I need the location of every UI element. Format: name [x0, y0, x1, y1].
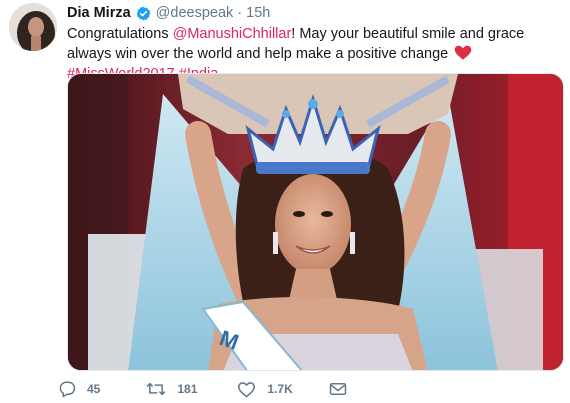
envelope-icon — [329, 383, 346, 395]
separator-dot: · — [237, 5, 243, 21]
like-button[interactable]: 1.7K — [237, 381, 293, 398]
author-name[interactable]: Dia Mirza — [67, 5, 131, 21]
tweet-media-image[interactable]: M — [67, 73, 564, 371]
author-handle[interactable]: @deespeak — [156, 5, 234, 21]
reply-button[interactable]: 45 — [58, 380, 100, 398]
mention-link[interactable]: @ManushiChhillar — [173, 26, 292, 42]
tweet-header: Dia Mirza @deespeak · 15h — [67, 3, 270, 23]
retweet-count: 181 — [177, 382, 198, 396]
tweet-timestamp[interactable]: 15h — [246, 5, 270, 21]
reply-icon — [59, 381, 76, 398]
avatar[interactable] — [9, 3, 57, 51]
tweet-actions: 45 181 1.7K — [58, 378, 367, 400]
retweet-button[interactable]: 181 — [146, 380, 197, 398]
like-count: 1.7K — [267, 382, 293, 396]
direct-message-button[interactable] — [329, 381, 347, 397]
text-prefix: Congratulations — [67, 26, 173, 42]
tweet[interactable]: Dia Mirza @deespeak · 15h Congratulation… — [0, 0, 570, 403]
red-heart-emoji-icon — [454, 45, 472, 60]
retweet-icon — [147, 382, 166, 396]
heart-icon — [238, 381, 256, 397]
verified-badge-icon — [136, 6, 151, 21]
reply-count: 45 — [87, 382, 101, 396]
